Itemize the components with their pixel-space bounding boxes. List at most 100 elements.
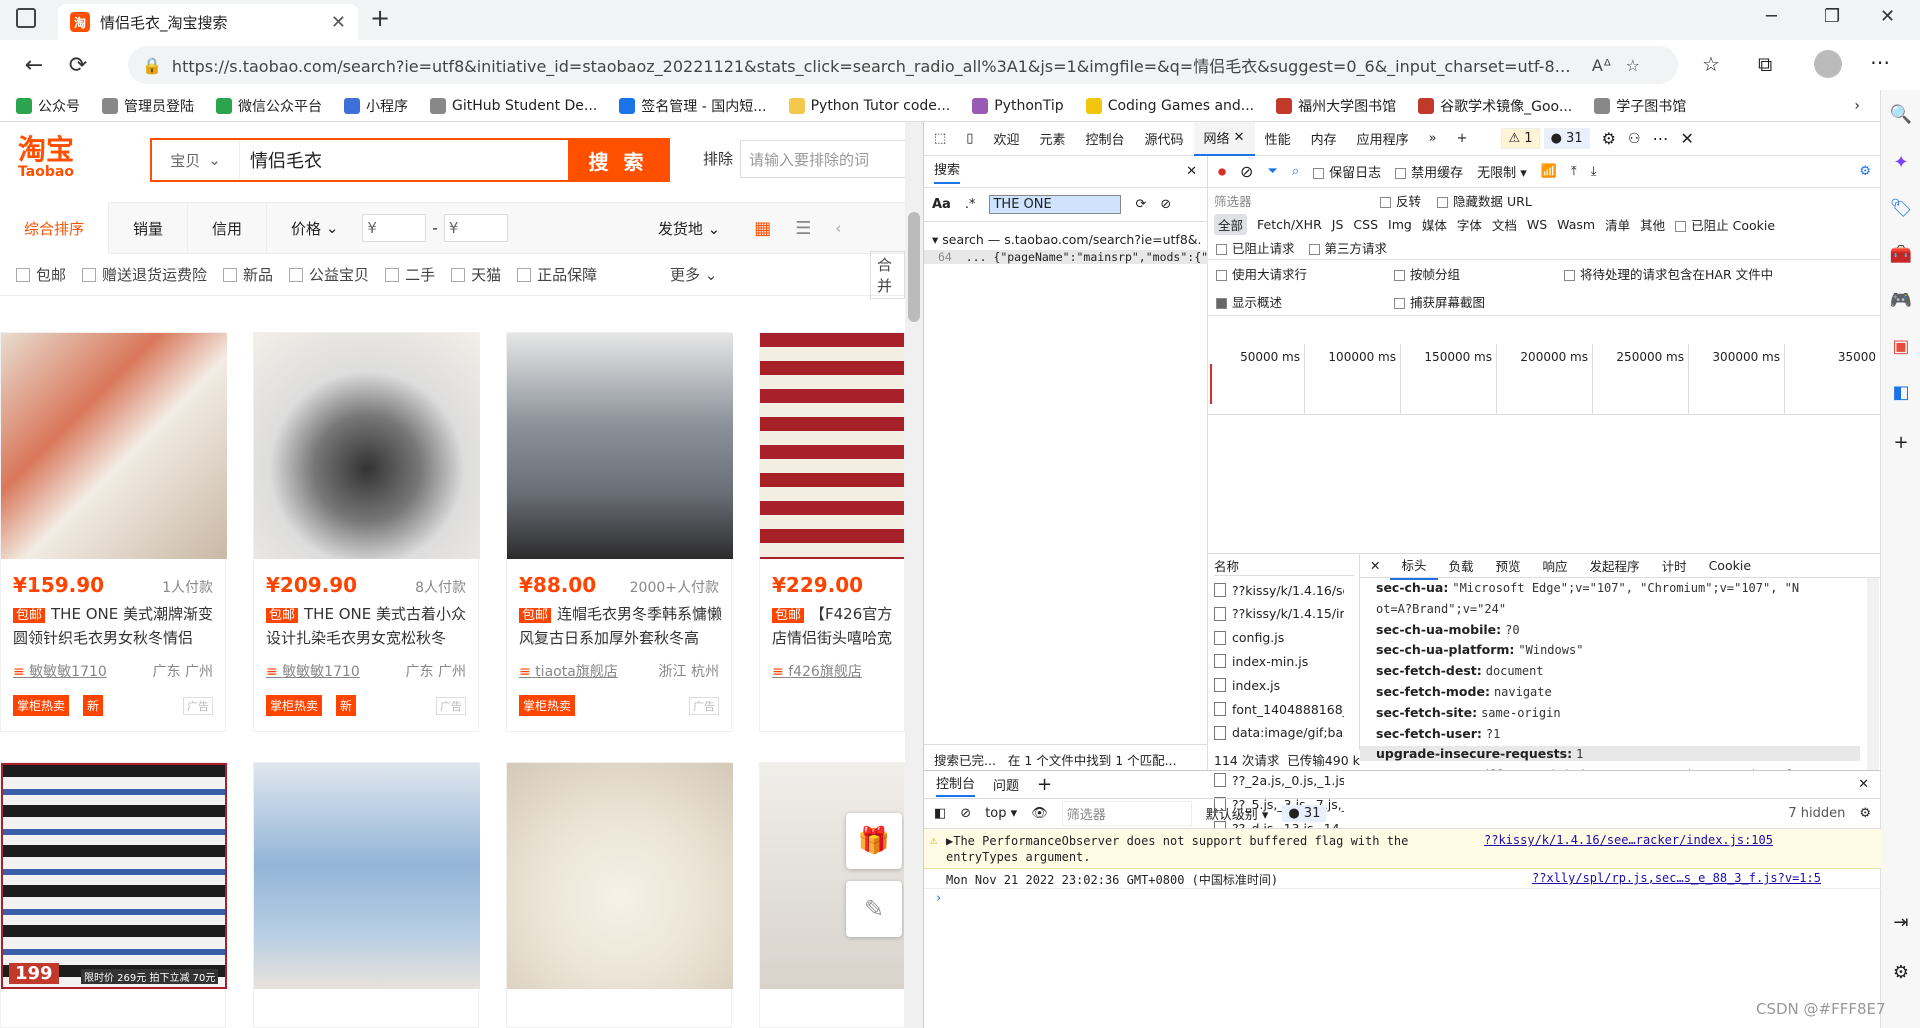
devtools-close-icon[interactable]: ✕ <box>1681 129 1694 148</box>
filter-checkbox[interactable]: 新品 <box>223 264 273 285</box>
product-title[interactable]: 包邮【F426官方店情侣街头嘻哈宽松o <box>772 603 904 649</box>
active-tab[interactable]: 淘 情侣毛衣_淘宝搜索 ✕ <box>58 4 358 40</box>
refresh-icon[interactable]: ⟳ <box>56 43 100 87</box>
headers-scrollbar[interactable] <box>1867 578 1879 770</box>
more-menu-icon[interactable]: ⋯ <box>1870 50 1890 74</box>
sidebar-add-icon[interactable]: + <box>1889 430 1913 454</box>
refresh-search-icon[interactable]: ⟳ <box>1135 197 1146 212</box>
detail-close-icon[interactable]: ✕ <box>1360 558 1390 573</box>
product-shop[interactable]: 敏敏敏1710 <box>266 661 360 681</box>
tab-actions-icon[interactable] <box>16 8 36 28</box>
product-card[interactable]: ¥209.90 8人付款 包邮 THE ONE 美式古着小众设计扎染毛衣男女宽松秋… <box>253 332 480 732</box>
detail-tab-6[interactable]: Cookie <box>1698 554 1762 577</box>
type-filter-3[interactable]: CSS <box>1353 217 1378 232</box>
page-scrollbar[interactable] <box>905 122 923 1028</box>
product-shop[interactable]: tiaota旗舰店 <box>519 661 618 681</box>
list-view-icon[interactable]: ☰ <box>795 218 811 239</box>
type-filter-6[interactable]: 字体 <box>1457 215 1482 234</box>
bookmarks-overflow-icon[interactable]: › <box>1854 98 1860 114</box>
back-icon[interactable]: ← <box>12 43 56 87</box>
blocked-requests-checkbox[interactable]: 已阻止请求 <box>1216 238 1295 257</box>
console-clear-icon[interactable]: ⊘ <box>960 806 971 821</box>
console-prompt[interactable]: › <box>924 889 1881 909</box>
new-tab-icon[interactable]: + <box>370 4 390 32</box>
product-image[interactable] <box>254 763 480 989</box>
filter-checkbox[interactable]: 二手 <box>385 264 435 285</box>
address-bar[interactable]: 🔒 https://s.taobao.com/search?ie=utf8&in… <box>128 46 1678 84</box>
match-case-toggle[interactable]: Aa <box>932 197 951 212</box>
tab-console[interactable]: 控制台 <box>1075 122 1134 156</box>
search-icon[interactable]: ⌕ <box>1292 164 1299 179</box>
console-filter-input[interactable]: 筛选器 <box>1061 801 1192 826</box>
live-expression-icon[interactable]: 👁 <box>1031 806 1048 821</box>
filter-checkbox[interactable]: 天猫 <box>451 264 501 285</box>
bookmark-item[interactable]: 学子图书馆 <box>1594 96 1686 116</box>
search-input[interactable]: 情侣毛衣 <box>240 140 568 180</box>
drawer-tab-console[interactable]: 控制台 <box>936 773 976 797</box>
console-sidebar-icon[interactable]: ◧ <box>934 806 946 821</box>
devtools-more-icon[interactable]: ⋯ <box>1653 129 1669 148</box>
bookmark-item[interactable]: 微信公众平台 <box>216 96 322 116</box>
prev-page-icon[interactable]: ‹ <box>835 219 841 237</box>
merge-button[interactable]: 合并 <box>870 250 905 299</box>
maximize-icon[interactable]: ❐ <box>1824 6 1840 27</box>
search-category-select[interactable]: 宝贝 ⌄ <box>152 140 240 180</box>
more-tabs-icon[interactable]: » <box>1419 122 1447 156</box>
favorite-add-icon[interactable]: ☆ <box>1626 56 1640 75</box>
network-settings-icon[interactable]: ⚙ <box>1859 164 1871 179</box>
sidebar-outlook-icon[interactable]: ◧ <box>1889 380 1913 404</box>
close-tab-icon[interactable]: ✕ <box>331 12 346 33</box>
taobao-logo[interactable]: 淘宝 Taobao <box>18 136 74 181</box>
group-by-frame-checkbox[interactable]: 按帧分组 <box>1394 264 1460 283</box>
price-from-input[interactable]: ¥ <box>362 214 427 242</box>
request-item[interactable]: ??kissy/k/1.4.16/se <box>1214 578 1344 602</box>
profile-avatar[interactable] <box>1814 50 1842 78</box>
filter-checkbox[interactable]: 公益宝贝 <box>289 264 369 285</box>
bookmark-item[interactable]: 小程序 <box>344 96 408 116</box>
product-card[interactable]: ¥159.90 1人付款 包邮 THE ONE 美式潮牌渐变圆领针织毛衣男女秋冬情… <box>0 332 227 732</box>
clear-icon[interactable]: ⊘ <box>1240 162 1253 181</box>
console-settings-icon[interactable]: ⚙ <box>1859 806 1871 821</box>
sidebar-collapse-icon[interactable]: ⇥ <box>1889 910 1913 934</box>
price-to-input[interactable]: ¥ <box>443 214 508 242</box>
bookmark-item[interactable]: 签名管理 - 国内短... <box>619 96 767 116</box>
tab-memory[interactable]: 内存 <box>1301 122 1347 156</box>
request-item[interactable]: font_1404888168_ <box>1214 697 1344 721</box>
sort-credit[interactable]: 信用 <box>188 202 268 254</box>
product-card[interactable] <box>506 762 733 1028</box>
filter-checkbox[interactable]: 赠送退货运费险 <box>82 264 207 285</box>
blocked-cookies-checkbox[interactable]: 已阻止 Cookie <box>1675 215 1775 234</box>
request-item[interactable]: index-min.js <box>1214 649 1344 673</box>
tab-welcome[interactable]: 欢迎 <box>983 122 1029 156</box>
product-image[interactable] <box>760 763 904 989</box>
bookmark-item[interactable]: 谷歌学术镜像_Goo... <box>1418 96 1572 116</box>
capture-screens-checkbox[interactable]: 捕获屏幕截图 <box>1394 292 1485 311</box>
import-har-icon[interactable]: ⤒ <box>1571 164 1577 179</box>
type-filter-4[interactable]: Img <box>1388 217 1412 232</box>
hide-data-urls-checkbox[interactable]: 隐藏数据 URL <box>1437 191 1532 210</box>
filter-checkbox[interactable]: 正品保障 <box>517 264 597 285</box>
request-item[interactable]: data:image/gif;bas <box>1214 721 1344 745</box>
bookmark-item[interactable]: PythonTip <box>972 97 1064 114</box>
product-card[interactable]: ¥229.00 400 包邮【F426官方店情侣街头嘻哈宽松o f426旗舰店 <box>759 332 905 732</box>
product-card[interactable]: ¥88.00 2000+人付款 包邮 连帽毛衣男冬季韩系慵懒风复古日系加厚外套秋冬… <box>506 332 733 732</box>
console-warning-link[interactable]: ??kissy/k/1.4.16/see…racker/index.js:105 <box>1484 833 1773 847</box>
product-image[interactable] <box>254 333 480 559</box>
search-panel-input[interactable]: THE ONE <box>989 195 1122 214</box>
product-image[interactable] <box>1 333 227 559</box>
network-conditions-icon[interactable]: 📶 <box>1541 164 1557 179</box>
invert-checkbox[interactable]: 反转 <box>1380 191 1421 210</box>
type-filter-0[interactable]: 全部 <box>1214 213 1248 235</box>
filter-checkbox[interactable]: 包邮 <box>16 264 66 285</box>
gift-icon[interactable]: 🎁 <box>846 813 902 869</box>
type-filter-1[interactable]: Fetch/XHR <box>1257 217 1322 232</box>
collections-icon[interactable]: ⧉ <box>1758 52 1772 76</box>
drawer-add-icon[interactable]: + <box>1037 774 1052 795</box>
sort-price[interactable]: 价格 ⌄ <box>267 202 362 254</box>
window-close-icon[interactable]: ✕ <box>1880 6 1895 27</box>
console-warning-text[interactable]: ▶The PerformanceObserver does not suppor… <box>946 833 1446 865</box>
request-item[interactable]: ??kissy/k/1.4.15/im <box>1214 602 1344 626</box>
search-button[interactable]: 搜 索 <box>568 140 668 180</box>
product-image[interactable] <box>1 763 227 989</box>
type-filter-11[interactable]: 其他 <box>1640 215 1665 234</box>
